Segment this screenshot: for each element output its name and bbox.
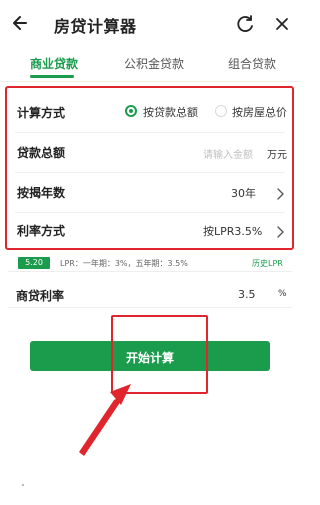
chevron-right-icon	[275, 186, 285, 200]
radio-by-house-price[interactable]	[215, 105, 227, 117]
radio-by-house-price-label[interactable]: 按房屋总价	[232, 104, 287, 120]
lpr-info-text: LPR：一年期：3%，五年期：3.5%	[60, 259, 188, 268]
commercial-rate-unit: %	[278, 289, 287, 299]
mortgage-calculator-screen: 房贷计算器 商业贷款 公积金贷款 组合贷款 计算方式 按贷款总额 按房屋总价 贷…	[0, 0, 300, 505]
back-arrow-icon[interactable]	[8, 10, 34, 36]
mortgage-years-label: 按揭年数	[17, 186, 66, 200]
loan-amount-label: 贷款总额	[17, 146, 66, 160]
stray-dot	[22, 484, 24, 486]
page-title: 房贷计算器	[54, 17, 137, 36]
calc-method-label: 计算方式	[17, 106, 66, 120]
chevron-right-icon	[275, 224, 285, 238]
tab-provident-fund-loan[interactable]: 公积金贷款	[124, 55, 184, 72]
radio-by-loan-amount[interactable]	[125, 105, 137, 117]
lpr-date-badge: 5.20	[18, 257, 50, 269]
commercial-rate-input[interactable]: 3.5	[238, 288, 256, 301]
lpr-divider	[8, 271, 292, 272]
tabs-divider	[0, 81, 300, 82]
loan-amount-unit: 万元	[267, 150, 287, 161]
loan-amount-row: 贷款总额 请输入金额 万元	[7, 132, 292, 172]
calc-method-row: 计算方式 按贷款总额 按房屋总价	[7, 92, 292, 132]
header: 房贷计算器	[0, 0, 300, 48]
mortgage-years-value: 30年	[231, 187, 256, 200]
rate-method-value: 按LPR3.5%	[203, 225, 263, 238]
close-icon[interactable]	[270, 12, 294, 36]
loan-form-annotation-box: 计算方式 按贷款总额 按房屋总价 贷款总额 请输入金额 万元 按揭年数 30年 …	[5, 86, 294, 250]
active-tab-indicator	[30, 75, 74, 78]
tab-combined-loan[interactable]: 组合贷款	[228, 55, 276, 72]
lpr-history-link[interactable]: 历史LPR	[252, 258, 283, 269]
rate-divider	[8, 307, 292, 308]
commercial-rate-label: 商贷利率	[16, 289, 65, 303]
rate-method-row[interactable]: 利率方式 按LPR3.5%	[7, 210, 292, 250]
radio-by-loan-amount-label[interactable]: 按贷款总额	[143, 104, 198, 120]
mortgage-years-row[interactable]: 按揭年数 30年	[7, 172, 292, 212]
refresh-icon[interactable]	[234, 12, 258, 36]
button-annotation-box	[111, 315, 208, 394]
loan-amount-input[interactable]: 请输入金额	[203, 146, 253, 161]
tab-commercial-loan[interactable]: 商业贷款	[30, 55, 78, 72]
rate-method-label: 利率方式	[17, 224, 66, 238]
